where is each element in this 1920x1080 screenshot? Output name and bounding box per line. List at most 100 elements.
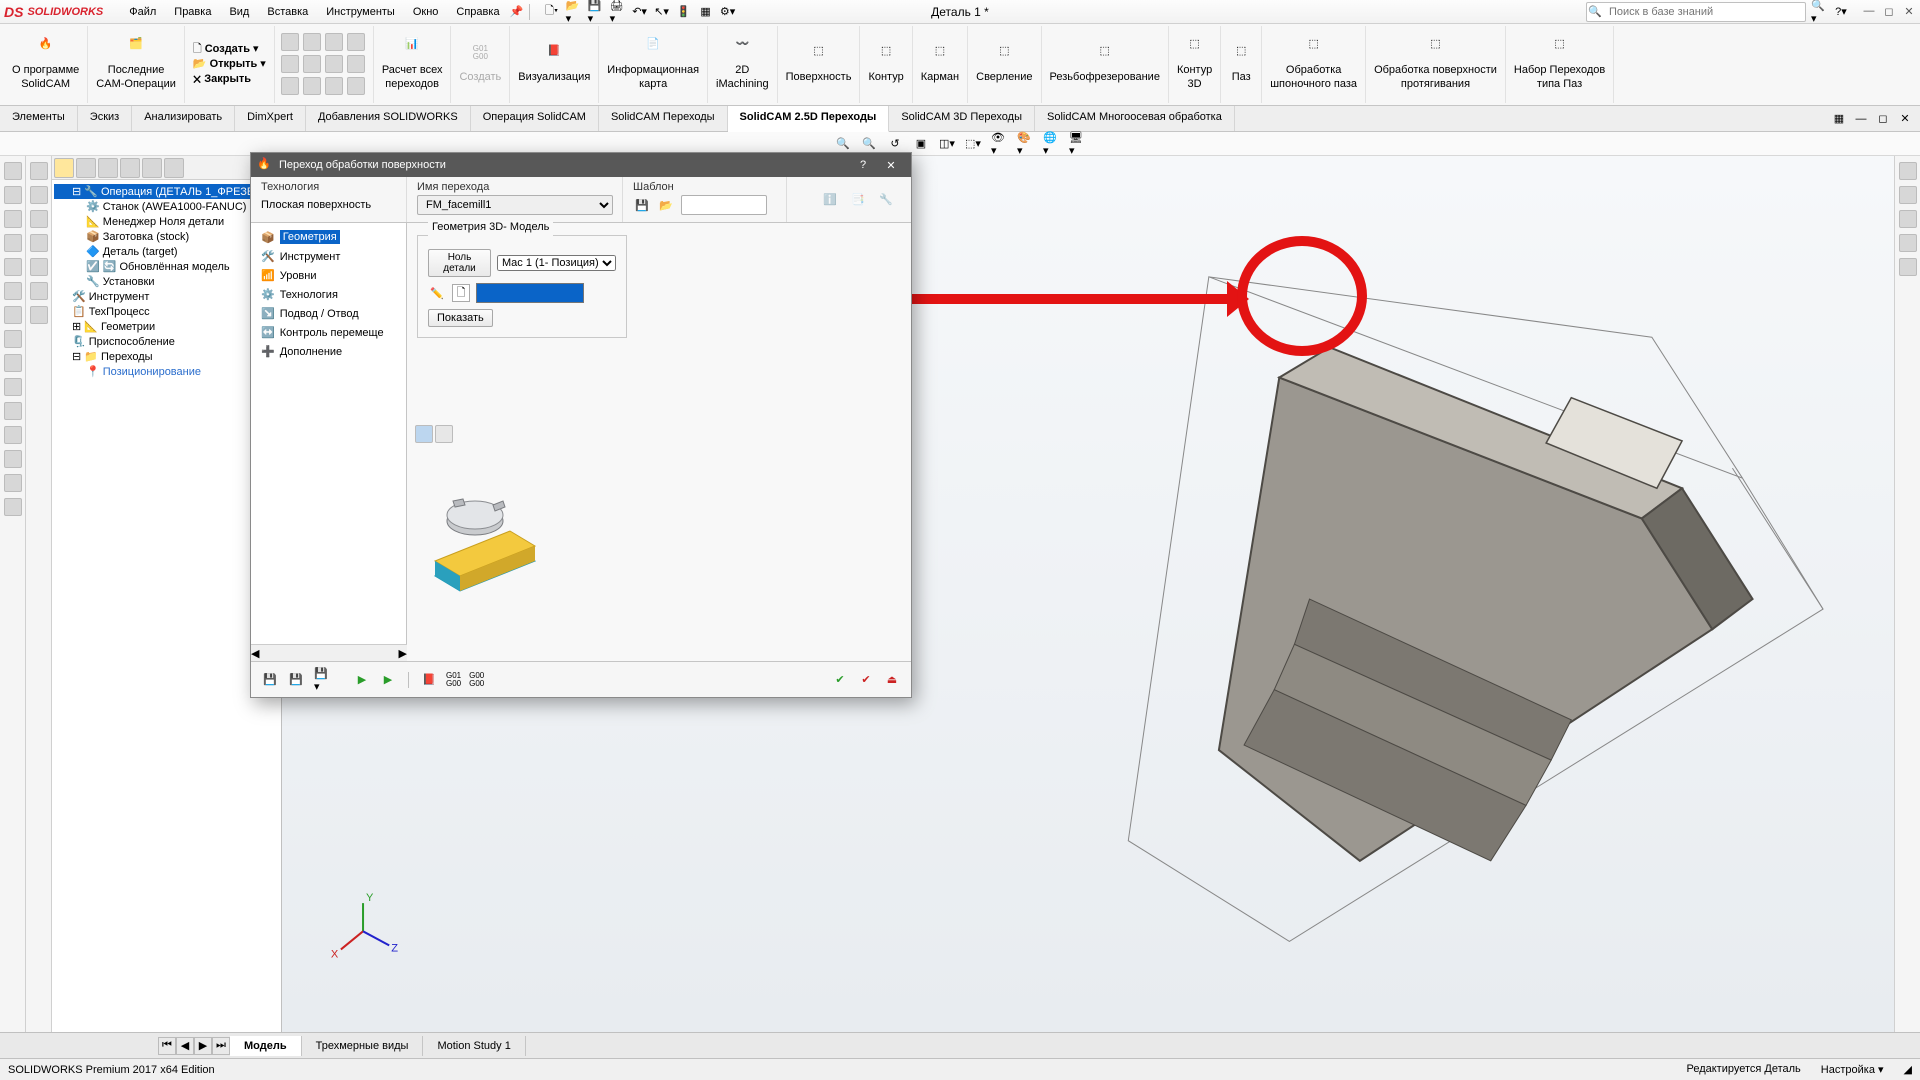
menu-window[interactable]: Окно <box>405 3 447 21</box>
select-icon[interactable]: ↖▾ <box>653 3 671 21</box>
ltool2-icon[interactable] <box>30 186 48 204</box>
new-icon[interactable]: 🗋▾ <box>543 3 561 21</box>
tree-item[interactable]: ⚙️ Станок (AWEA1000-FANUC) <box>54 199 279 214</box>
tree-item[interactable]: ☑️ 🔄 Обновлённая модель <box>54 259 279 274</box>
ltool2-icon[interactable] <box>30 306 48 324</box>
zoom-fit-icon[interactable]: 🔍 <box>834 135 852 153</box>
ltool2-icon[interactable] <box>30 162 48 180</box>
minimize-icon[interactable]: — <box>1862 5 1876 18</box>
name-select[interactable]: FM_facemill1 <box>417 195 613 215</box>
nav-geometry[interactable]: 📦 Геометрия <box>255 227 402 247</box>
section-icon[interactable]: ▣ <box>912 135 930 153</box>
search-input[interactable] <box>1586 2 1806 22</box>
nav-motion[interactable]: ↔️ Контроль перемеще <box>255 323 402 342</box>
grid-icon[interactable] <box>303 33 321 51</box>
tree-tab-icon[interactable] <box>142 158 162 178</box>
rib-keyway[interactable]: ⬚Обработка шпоночного паза <box>1262 26 1366 103</box>
nav-hscroll[interactable]: ◀▶ <box>251 644 407 661</box>
btab-first-icon[interactable]: ⏮ <box>158 1037 176 1055</box>
help-icon[interactable]: ?▾ <box>1832 3 1850 21</box>
geometry-select[interactable] <box>476 283 584 303</box>
foot-exit-icon[interactable]: ⏏ <box>883 671 901 689</box>
btab-3dviews[interactable]: Трехмерные виды <box>302 1036 424 1056</box>
rib-create[interactable]: 🗋 Создать ▾ <box>193 43 259 56</box>
template-input[interactable] <box>681 195 767 215</box>
settings-icon[interactable]: ⚙▾ <box>719 3 737 21</box>
foot-ok-icon[interactable]: ✔ <box>831 671 849 689</box>
btab-prev-icon[interactable]: ◀ <box>176 1037 194 1055</box>
foot-gcode-icon[interactable]: 📕 <box>420 671 438 689</box>
rib-2d[interactable]: 〰️2D iMachining <box>708 26 778 103</box>
tree-item[interactable]: 📐 Менеджер Ноля детали <box>54 214 279 229</box>
ltool-icon[interactable] <box>4 210 22 228</box>
rib-pocket[interactable]: ⬚Карман <box>913 26 968 103</box>
rib-surface[interactable]: ⬚Поверхность <box>778 26 861 103</box>
tree-tab-icon[interactable] <box>98 158 118 178</box>
ltool2-icon[interactable] <box>30 234 48 252</box>
dialog-titlebar[interactable]: 🔥 Переход обработки поверхности ? ✕ <box>251 153 911 177</box>
tree-item[interactable]: ⊞ 📐 Геометрии <box>54 319 279 334</box>
foot-save-icon[interactable]: 💾 <box>261 671 279 689</box>
tab-sc-25d[interactable]: SolidCAM 2.5D Переходы <box>728 106 890 132</box>
dialog-help-icon[interactable]: ? <box>849 153 877 177</box>
tab-tile-icon[interactable]: ▦ <box>1830 110 1848 128</box>
appearance-icon[interactable]: 🎨▾ <box>1016 135 1034 153</box>
rib-broach[interactable]: ⬚Обработка поверхности протягивания <box>1366 26 1506 103</box>
list-view-icon[interactable] <box>435 425 453 443</box>
ltool-icon[interactable] <box>4 354 22 372</box>
rib-visual[interactable]: 📕Визуализация <box>510 26 599 103</box>
pin-icon[interactable]: 📌 <box>508 3 526 21</box>
tree-item[interactable]: 🗜️ Приспособление <box>54 334 279 349</box>
rib-about[interactable]: 🔥О программе SolidCAM <box>4 26 88 103</box>
dlg-top-icon[interactable]: 📑 <box>849 191 867 209</box>
foot-sim-icon[interactable]: ▶ <box>353 671 371 689</box>
rib-contour[interactable]: ⬚Контур <box>860 26 912 103</box>
rtool-icon[interactable] <box>1899 258 1917 276</box>
ltool-icon[interactable] <box>4 474 22 492</box>
btab-last-icon[interactable]: ⏭ <box>212 1037 230 1055</box>
rib-create2[interactable]: G01G00Создать <box>451 26 510 103</box>
menu-insert[interactable]: Вставка <box>259 3 316 21</box>
hide-show-icon[interactable]: 👁▾ <box>990 135 1008 153</box>
scene-icon[interactable]: 🌐▾ <box>1042 135 1060 153</box>
foot-saveall-icon[interactable]: 💾 <box>287 671 305 689</box>
dlg-top-icon[interactable]: 🔧 <box>877 191 895 209</box>
grid-icon[interactable] <box>281 33 299 51</box>
foot-apply-icon[interactable]: ✔ <box>857 671 875 689</box>
rib-recent[interactable]: 🗂️Последние CAM-Операции <box>88 26 185 103</box>
dlg-top-icon[interactable]: ℹ️ <box>821 191 839 209</box>
tab-sc-multi[interactable]: SolidCAM Многоосевая обработка <box>1035 106 1235 131</box>
tree-item[interactable]: 📋 ТехПроцесс <box>54 304 279 319</box>
foot-sim2-icon[interactable]: ▶ <box>379 671 397 689</box>
ltool2-icon[interactable] <box>30 282 48 300</box>
edit-geometry-icon[interactable]: ✏️ <box>428 284 446 302</box>
tree-tab-icon[interactable] <box>120 158 140 178</box>
tab-addins[interactable]: Добавления SOLIDWORKS <box>306 106 471 131</box>
new-geometry-icon[interactable]: 🗋 <box>452 284 470 302</box>
zoom-area-icon[interactable]: 🔍 <box>860 135 878 153</box>
ltool-icon[interactable] <box>4 234 22 252</box>
view-orient-icon[interactable]: ◫▾ <box>938 135 956 153</box>
ltool2-icon[interactable] <box>30 210 48 228</box>
nav-tech[interactable]: ⚙️ Технология <box>255 285 402 304</box>
prev-view-icon[interactable]: ↺ <box>886 135 904 153</box>
btab-next-icon[interactable]: ▶ <box>194 1037 212 1055</box>
grid-icon[interactable] <box>303 55 321 73</box>
mac-select[interactable]: Mac 1 (1- Позиция) <box>497 255 616 271</box>
grid-icon[interactable] <box>347 33 365 51</box>
nav-tool[interactable]: 🛠️ Инструмент <box>255 247 402 266</box>
tab-sc-trans[interactable]: SolidCAM Переходы <box>599 106 728 131</box>
rtool-icon[interactable] <box>1899 234 1917 252</box>
ltool-icon[interactable] <box>4 306 22 324</box>
ltool-icon[interactable] <box>4 162 22 180</box>
menu-file[interactable]: Файл <box>121 3 164 21</box>
tab-op-solidcam[interactable]: Операция SolidCAM <box>471 106 599 131</box>
undo-icon[interactable]: ↶▾ <box>631 3 649 21</box>
ltool-icon[interactable] <box>4 498 22 516</box>
rib-slotset[interactable]: ⬚Набор Переходов типа Паз <box>1506 26 1614 103</box>
btab-motion[interactable]: Motion Study 1 <box>423 1036 525 1056</box>
grid-icon[interactable] <box>325 77 343 95</box>
grid-icon[interactable] <box>303 77 321 95</box>
tab-min-icon[interactable]: — <box>1852 110 1870 128</box>
ltool-icon[interactable] <box>4 282 22 300</box>
